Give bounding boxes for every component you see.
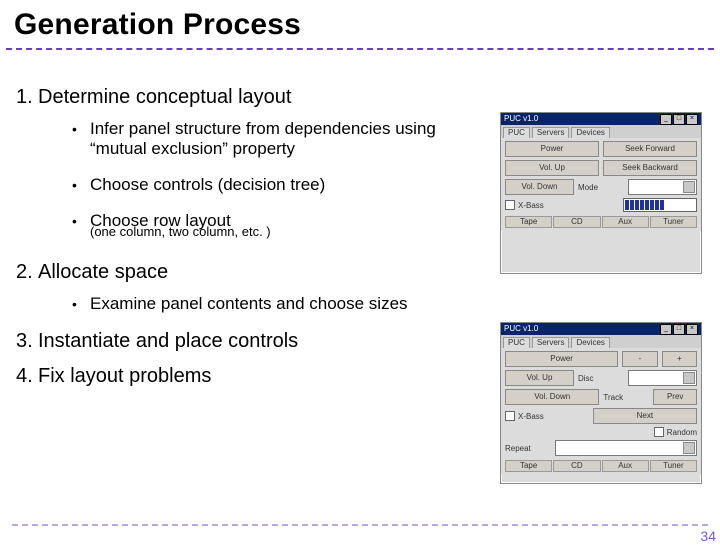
window-title: PUC v1.0 [504,113,538,125]
divider-top [6,48,714,50]
item-1-sublist: Infer panel structure from dependencies … [72,119,484,231]
tab: PUC [503,337,530,348]
bullet: Examine panel contents and choose sizes [72,294,484,314]
app-screenshot-2: PUC v1.0 _□× PUC Servers Devices Power-+… [500,322,702,484]
disc-dropdown [628,370,697,386]
window-buttons: _□× [660,324,698,335]
bottom-tabs: Tape CD Aux Tuner [505,216,697,228]
item-1: 1.Determine conceptual layout [16,86,484,109]
xbass-check: X-Bass [505,411,544,421]
panel-body: Power-+ Vol. Up Disc Vol. Down Track Prev X… [501,348,701,475]
track-label: Track [603,393,649,402]
bullet: Choose controls (decision tree) [72,175,484,195]
tabbar: PUC Servers Devices [501,125,701,138]
close-icon: × [686,324,698,335]
slide-body: 1.Determine conceptual layout Infer pane… [16,86,484,394]
panel-body: PowerSeek Forward Vol. UpSeek Backward V… [501,138,701,231]
vol-down-button: Vol. Down [505,179,574,195]
titlebar: PUC v1.0 _□× [501,113,701,125]
item-4: 4.Fix layout problems [16,365,484,388]
minus-button: - [622,351,657,367]
tab: Tuner [650,216,697,228]
vol-up-button: Vol. Up [505,160,599,176]
repeat-dropdown [555,440,697,456]
tab: Devices [571,337,609,348]
window-title: PUC v1.0 [504,323,538,335]
repeat-label: Repeat [505,444,551,453]
minimize-icon: _ [660,114,672,125]
slide-title: Generation Process [14,8,720,42]
next-button: Next [593,408,697,424]
divider-bottom [12,524,708,526]
tab: Tuner [650,460,697,472]
vol-down-button: Vol. Down [505,389,599,405]
window-buttons: _□× [660,114,698,125]
prev-button: Prev [653,389,697,405]
tab: Tape [505,460,552,472]
item-3: 3.Instantiate and place controls [16,330,484,353]
vol-up-button: Vol. Up [505,370,574,386]
power-button: Power [505,141,599,157]
titlebar: PUC v1.0 _□× [501,323,701,335]
disc-label: Disc [578,374,624,383]
random-check: Random [654,427,697,437]
bullet: Infer panel structure from dependencies … [72,119,484,159]
bullet-note: (one column, two column, etc. ) [90,224,484,239]
page-number: 34 [700,528,716,544]
tab: Aux [602,460,649,472]
xbass-check: X-Bass [505,200,544,210]
seek-back-button: Seek Backward [603,160,697,176]
mode-dropdown [628,179,697,195]
tab: Tape [505,216,552,228]
tab: CD [553,216,600,228]
app-screenshot-1: PUC v1.0 _□× PUC Servers Devices PowerSe… [500,112,702,274]
minimize-icon: _ [660,324,672,335]
item-2: 2.Allocate space [16,261,484,284]
tab: Servers [532,127,570,138]
power-button: Power [505,351,618,367]
plus-button: + [662,351,697,367]
seek-fwd-button: Seek Forward [603,141,697,157]
maximize-icon: □ [673,324,685,335]
item-2-sublist: Examine panel contents and choose sizes [72,294,484,314]
tabbar: PUC Servers Devices [501,335,701,348]
tab: PUC [503,127,530,138]
tab: Servers [532,337,570,348]
tab: CD [553,460,600,472]
close-icon: × [686,114,698,125]
tab: Devices [571,127,609,138]
mode-label: Mode [578,183,624,192]
tab: Aux [602,216,649,228]
maximize-icon: □ [673,114,685,125]
bottom-tabs: Tape CD Aux Tuner [505,460,697,472]
progress-bar [623,198,697,212]
